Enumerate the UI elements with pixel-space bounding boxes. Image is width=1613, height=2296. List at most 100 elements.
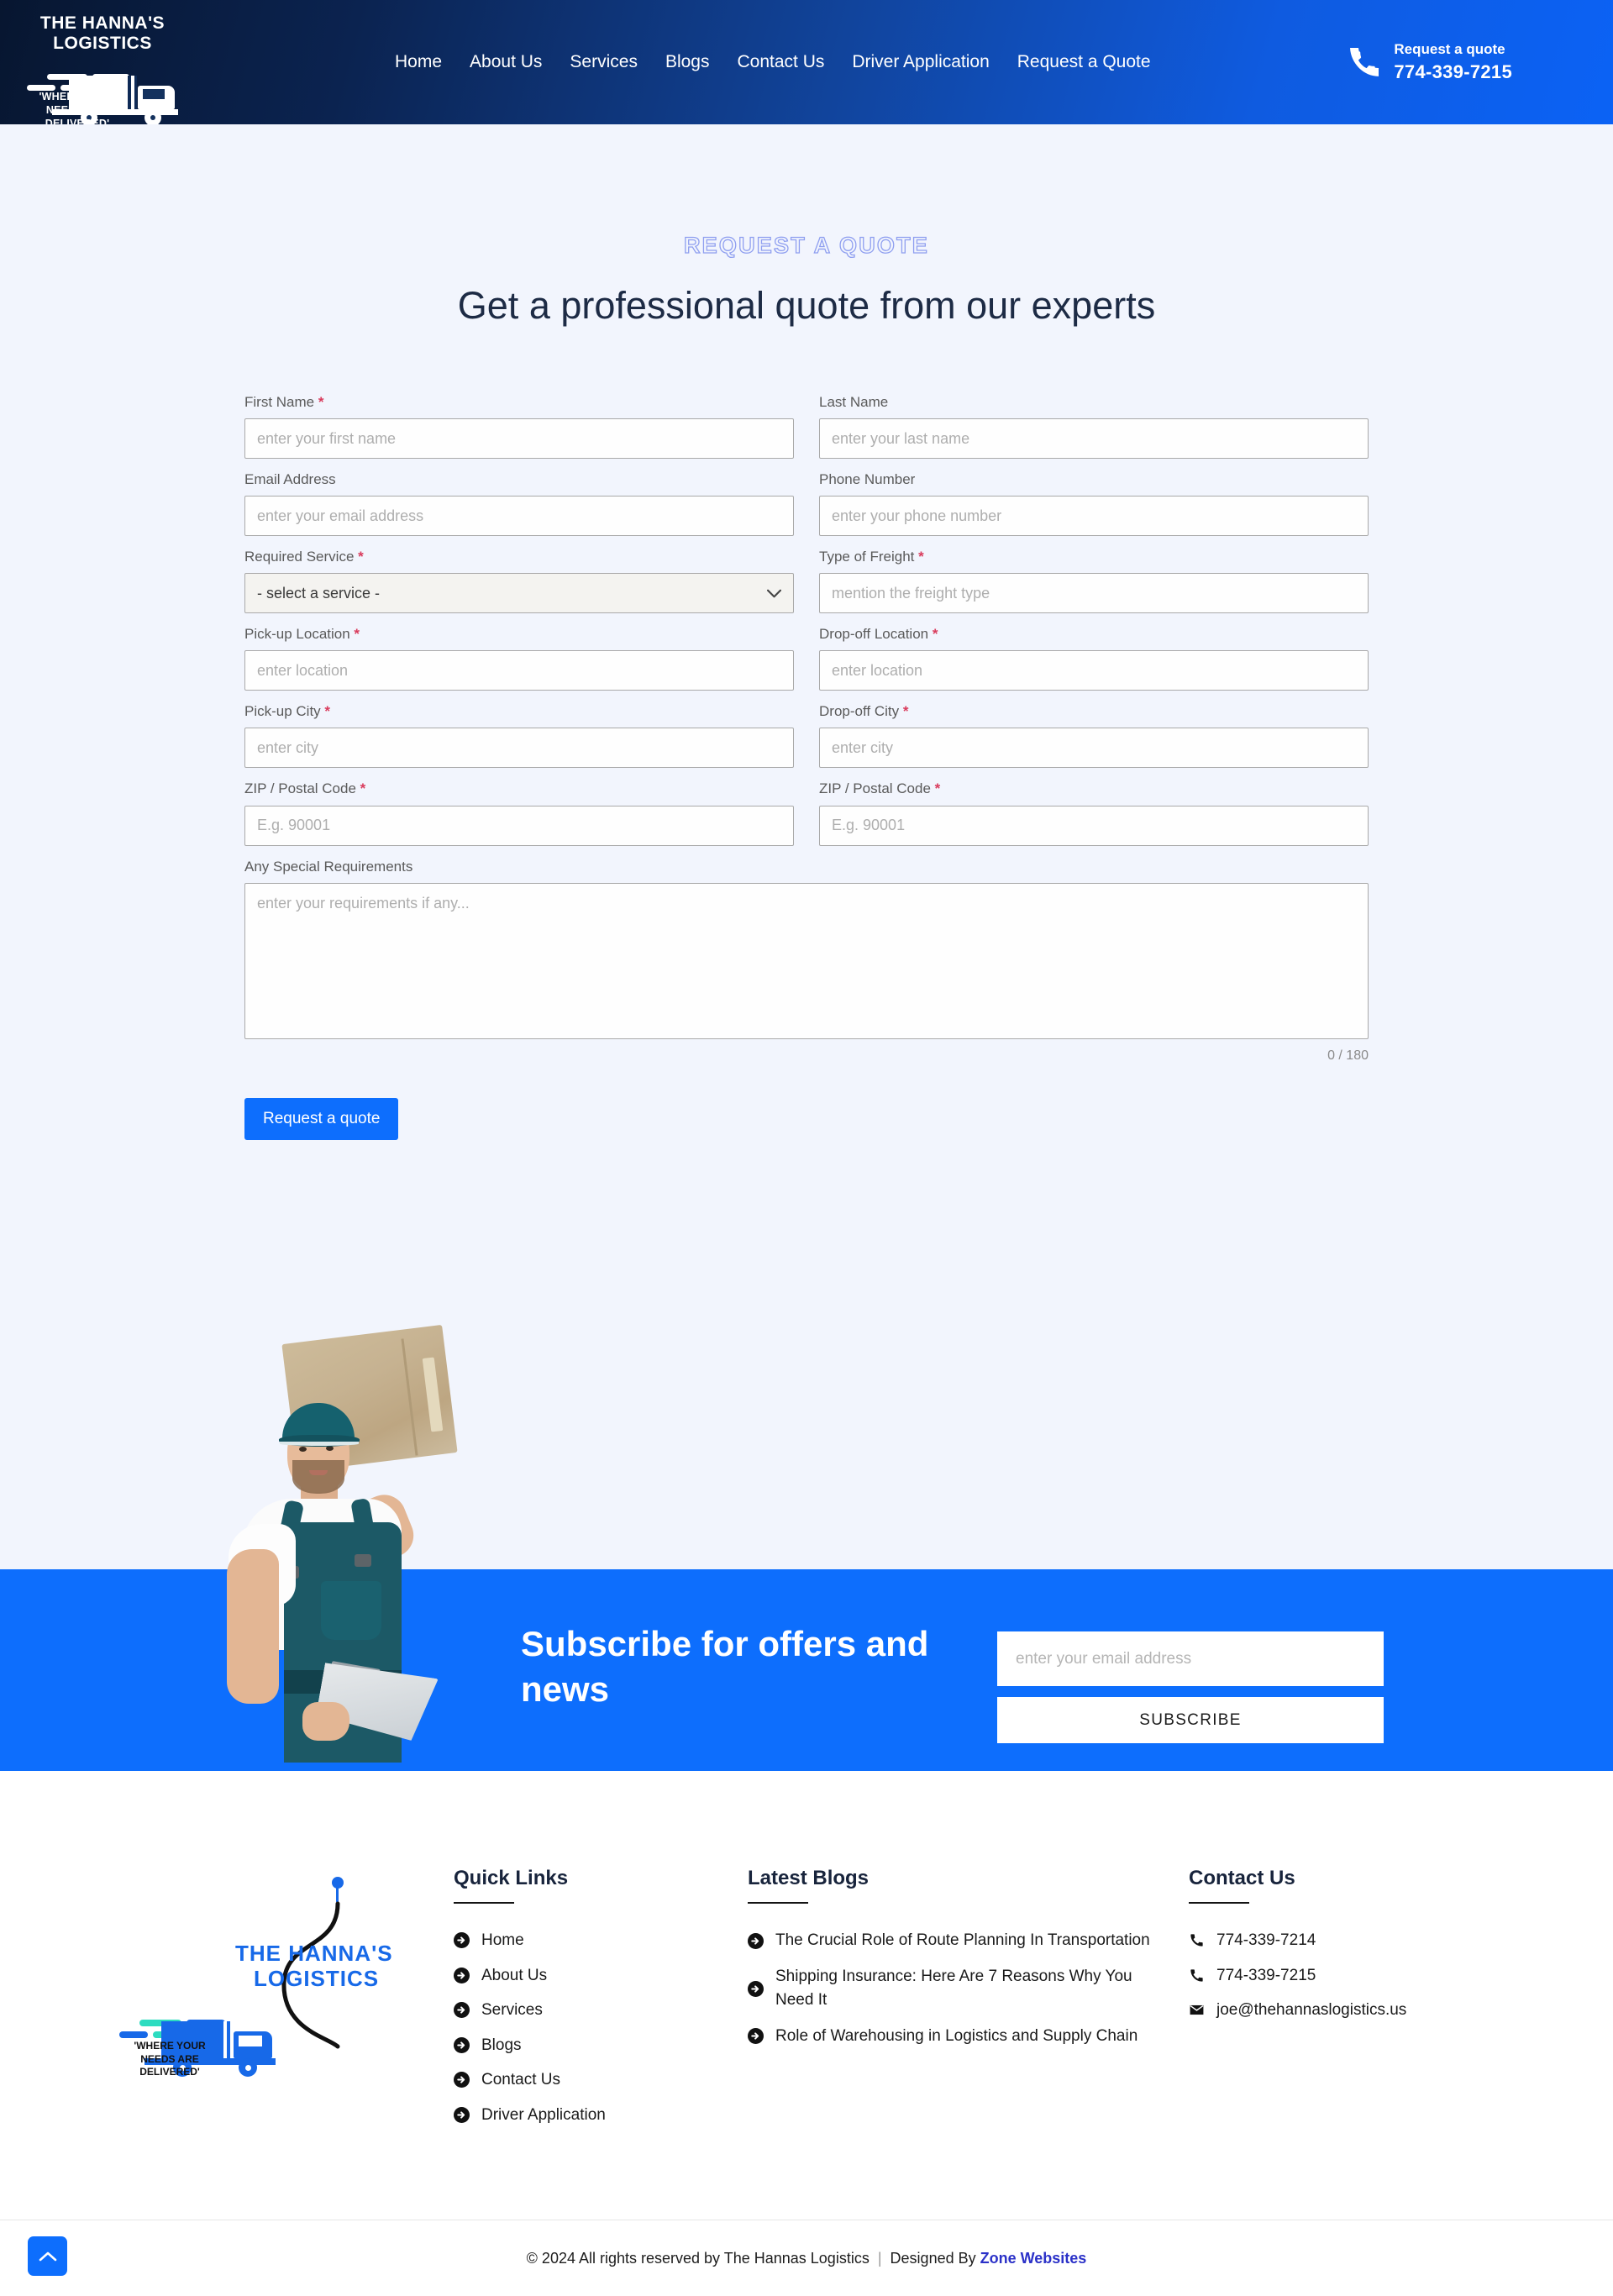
- email-input[interactable]: [244, 496, 794, 537]
- nav-item-home[interactable]: Home: [395, 52, 442, 72]
- required-marker: *: [358, 549, 364, 565]
- arrow-circle-right-icon: [454, 2036, 470, 2053]
- list-item[interactable]: joe@thehannaslogistics.us: [1189, 1999, 1542, 2023]
- service-select[interactable]: - select a service -: [244, 573, 794, 614]
- scroll-to-top-button[interactable]: [28, 2236, 67, 2276]
- contact-phone-1: 774-339-7214: [1216, 1931, 1316, 1949]
- required-marker: *: [918, 549, 924, 565]
- field-group-pickup-zip: ZIP / Postal Code *: [244, 780, 794, 846]
- contact-us-title: Contact Us: [1189, 1867, 1295, 1889]
- list-item[interactable]: Role of Warehousing in Logistics and Sup…: [748, 2025, 1159, 2049]
- phone-icon: [1350, 48, 1379, 76]
- nav-item-request-a-quote[interactable]: Request a Quote: [1017, 52, 1151, 72]
- quick-links-title: Quick Links: [454, 1867, 569, 1889]
- form-row-locations: Pick-up Location * Drop-off Location *: [244, 625, 1369, 691]
- header-call-cta[interactable]: Request a quote 774-339-7215: [1350, 0, 1512, 124]
- label-dropoff-location: Drop-off Location *: [819, 626, 938, 643]
- dropoff-location-input[interactable]: [819, 650, 1369, 691]
- nav-item-driver-application[interactable]: Driver Application: [852, 52, 989, 72]
- requirements-textarea[interactable]: [244, 882, 1369, 1039]
- nav-item-blogs[interactable]: Blogs: [665, 52, 710, 72]
- list-item[interactable]: Driver Application: [454, 2104, 731, 2128]
- designer-link[interactable]: Zone Websites: [980, 2250, 1087, 2267]
- freight-type-input[interactable]: [819, 573, 1369, 614]
- required-marker: *: [318, 394, 324, 410]
- nav-item-contact-us[interactable]: Contact Us: [737, 52, 824, 72]
- contact-email: joe@thehannaslogistics.us: [1216, 2001, 1407, 2019]
- list-item[interactable]: About Us: [454, 1964, 731, 1989]
- list-item[interactable]: 774-339-7215: [1189, 1964, 1542, 1989]
- page-title: Get a professional quote from our expert…: [457, 284, 1156, 327]
- form-row-cities: Pick-up City * Drop-off City *: [244, 702, 1369, 769]
- header-logo-line2: LOGISTICS: [53, 34, 152, 54]
- first-name-input[interactable]: [244, 418, 794, 460]
- field-group-freight: Type of Freight *: [819, 548, 1369, 614]
- phone-input[interactable]: [819, 496, 1369, 537]
- quick-link-label: About Us: [481, 1966, 548, 1984]
- form-row-contact: Email Address Phone Number: [244, 470, 1369, 537]
- label-dropoff-city: Drop-off City *: [819, 703, 909, 720]
- field-group-email: Email Address: [244, 470, 794, 537]
- contact-phone-2: 774-339-7215: [1216, 1966, 1316, 1984]
- header-logo[interactable]: THE HANNA'S LOGISTICS 'WHERE YOUR NEEDS …: [15, 5, 190, 129]
- footer-latest-blogs: Latest Blogs The Crucial Role of Route P…: [748, 1867, 1159, 2060]
- dropoff-zip-input[interactable]: [819, 805, 1369, 846]
- footer-logo-line1: THE HANNA'S: [235, 1941, 393, 1966]
- list-item[interactable]: Shipping Insurance: Here Are 7 Reasons W…: [748, 1965, 1159, 2013]
- pickup-city-input[interactable]: [244, 728, 794, 769]
- header-cta-phone[interactable]: 774-339-7215: [1394, 60, 1512, 85]
- copyright-text: © 2024 All rights reserved by The Hannas…: [527, 2250, 1087, 2267]
- blog-link-label: Shipping Insurance: Here Are 7 Reasons W…: [775, 1967, 1132, 2010]
- label-first-name: First Name *: [244, 394, 324, 410]
- arrow-circle-right-icon: [748, 1980, 764, 1997]
- list-item[interactable]: Blogs: [454, 2034, 731, 2058]
- list-item[interactable]: Home: [454, 1929, 731, 1953]
- pickup-location-input[interactable]: [244, 650, 794, 691]
- footer-quick-links: Quick Links Home About Us Services Blogs…: [454, 1867, 731, 2138]
- delivery-worker-image: [195, 1324, 464, 1763]
- dropoff-city-input[interactable]: [819, 728, 1369, 769]
- field-group-last-name: Last Name: [819, 393, 1369, 460]
- arrow-circle-right-icon: [748, 1932, 764, 1949]
- nav-item-about-us[interactable]: About Us: [470, 52, 542, 72]
- footer-bottom-bar: © 2024 All rights reserved by The Hannas…: [0, 2220, 1613, 2296]
- footer-logo[interactable]: THE HANNA'S LOGISTICS 'WHERE YOUR NEEDS …: [76, 1858, 428, 2110]
- copyright-label: © 2024 All rights reserved by The Hannas…: [526, 2249, 870, 2267]
- field-group-dropoff-zip: ZIP / Postal Code *: [819, 780, 1369, 846]
- list-item[interactable]: The Crucial Role of Route Planning In Tr…: [748, 1929, 1159, 1953]
- chevron-down-icon: [767, 589, 781, 598]
- subscribe-title: Subscribe for offers and news: [521, 1624, 929, 1709]
- list-item[interactable]: Services: [454, 1999, 731, 2023]
- list-item[interactable]: 774-339-7214: [1189, 1929, 1542, 1953]
- request-quote-submit-button[interactable]: Request a quote: [244, 1097, 399, 1140]
- service-select-value: - select a service -: [257, 584, 381, 602]
- form-row-requirements: Any Special Requirements 0 / 180: [244, 858, 1369, 1064]
- header-logo-line1: THE HANNA'S: [39, 13, 166, 33]
- nav-item-services[interactable]: Services: [570, 52, 638, 72]
- label-pickup-location: Pick-up Location *: [244, 626, 360, 643]
- subscribe-button[interactable]: SUBSCRIBE: [997, 1697, 1384, 1743]
- footer-logo-truck-icon: 'WHERE YOUR NEEDS ARE DELIVERED': [109, 2008, 294, 2083]
- pickup-zip-input[interactable]: [244, 805, 794, 846]
- field-group-phone: Phone Number: [819, 470, 1369, 537]
- required-marker: *: [360, 780, 366, 797]
- subscribe-email-input[interactable]: [997, 1631, 1384, 1686]
- blog-link-label: Role of Warehousing in Logistics and Sup…: [775, 2026, 1138, 2045]
- section-eyebrow: REQUEST A QUOTE: [683, 232, 930, 258]
- title-underline: [1189, 1902, 1249, 1904]
- last-name-input[interactable]: [819, 418, 1369, 460]
- arrow-circle-right-icon: [454, 1967, 470, 1983]
- footer-logo-line2: LOGISTICS: [254, 1966, 380, 1991]
- field-group-service: Required Service * - select a service -: [244, 548, 794, 614]
- quick-links-list: Home About Us Services Blogs Contact Us …: [454, 1929, 731, 2127]
- field-group-dropoff-location: Drop-off Location *: [819, 625, 1369, 691]
- list-item[interactable]: Contact Us: [454, 2068, 731, 2093]
- field-group-requirements: Any Special Requirements 0 / 180: [244, 858, 1369, 1064]
- phone-icon: [1190, 1968, 1203, 1982]
- form-row-zips: ZIP / Postal Code * ZIP / Postal Code *: [244, 780, 1369, 846]
- header-logo-truck-icon: 'WHERE YOUR NEEDS ARE DELIVERED': [15, 57, 190, 129]
- label-freight: Type of Freight *: [819, 549, 924, 565]
- field-group-dropoff-city: Drop-off City *: [819, 702, 1369, 769]
- footer-contact-us: Contact Us 774-339-7214 774-339-7215 joe…: [1189, 1867, 1542, 2034]
- required-marker: *: [934, 780, 941, 797]
